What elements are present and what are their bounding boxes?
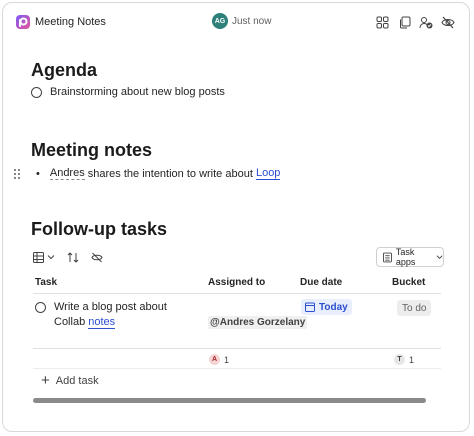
add-task-button[interactable]: + Add task [41, 372, 99, 389]
calendar-icon [305, 302, 315, 312]
agenda-item-label: Brainstorming about new blog posts [50, 86, 225, 98]
plus-icon: + [41, 372, 50, 389]
page-header: Meeting Notes AG Just now [3, 3, 469, 41]
assigned-summary: A 1 [209, 354, 229, 365]
due-date-pill[interactable]: Today [301, 299, 352, 315]
column-header-task[interactable]: Task [35, 277, 57, 288]
bucket-badge: T [394, 354, 405, 365]
presence-indicator[interactable]: AG Just now [212, 13, 271, 29]
hide-icon [441, 16, 455, 28]
column-header-bucket[interactable]: Bucket [392, 277, 425, 288]
apps-icon [376, 16, 388, 28]
bucket-pill[interactable]: To do [397, 300, 432, 316]
due-date-label: Today [319, 301, 348, 313]
share-people-button[interactable] [417, 13, 435, 31]
column-header-assigned[interactable]: Assigned to [208, 277, 265, 288]
task-apps-icon [383, 252, 392, 262]
chevron-down-icon [436, 255, 443, 259]
person-mention[interactable]: Andres [49, 167, 85, 180]
table-row: Write a blog post about Collab notes [35, 300, 185, 330]
meeting-notes-heading: Meeting notes [31, 140, 153, 160]
apps-button[interactable] [373, 13, 391, 31]
drag-handle-icon[interactable] [13, 168, 21, 180]
hide-button[interactable] [439, 13, 457, 31]
task-complete-checkbox[interactable] [35, 302, 46, 313]
divider [33, 293, 441, 294]
loop-link[interactable]: Loop [255, 167, 281, 180]
sort-icon [67, 251, 79, 263]
share-people-icon [419, 16, 433, 28]
task-apps-label: Task apps [395, 247, 416, 267]
note-bullet-item: • Andres shares the intention to write a… [36, 167, 281, 180]
bucket-count: 1 [409, 354, 415, 365]
divider [33, 368, 441, 369]
avatar: A [209, 354, 220, 365]
chevron-down-icon [47, 255, 55, 260]
grid-view-icon [33, 251, 44, 263]
hide-icon [91, 252, 103, 262]
bucket-summary: T 1 [394, 354, 414, 365]
add-task-label: Add task [55, 375, 99, 387]
presence-time: Just now [232, 15, 272, 27]
task-title[interactable]: Write a blog post about Collab notes [54, 300, 185, 330]
bullet: • [36, 167, 40, 180]
task-link[interactable]: notes [88, 316, 116, 329]
copy-page-button[interactable] [395, 13, 413, 31]
task-apps-dropdown[interactable]: Task apps [376, 247, 444, 267]
table-view-button[interactable] [33, 248, 55, 266]
column-header-due-date[interactable]: Due date [300, 277, 342, 288]
note-text: shares the intention to write about [87, 167, 253, 180]
avatar[interactable]: AG [212, 13, 228, 29]
header-actions [369, 13, 457, 31]
agenda-item: Brainstorming about new blog posts [31, 86, 225, 98]
divider [33, 348, 441, 349]
hide-columns-button[interactable] [91, 248, 103, 266]
agenda-heading: Agenda [31, 60, 98, 80]
followup-heading: Follow-up tasks [31, 219, 168, 239]
checkbox[interactable] [31, 86, 42, 98]
assigned-to-mention[interactable]: @Andres Gorzelany [208, 316, 308, 329]
sort-button[interactable] [67, 248, 79, 266]
page-title: Meeting Notes [35, 16, 106, 28]
horizontal-scrollbar[interactable] [33, 398, 426, 403]
assigned-count: 1 [224, 354, 230, 365]
table-toolbar [33, 248, 115, 266]
copy-page-icon [399, 16, 410, 28]
loop-logo-icon [16, 15, 30, 29]
loop-page-frame: Meeting Notes AG Just now Agenda Brainst… [2, 2, 470, 432]
